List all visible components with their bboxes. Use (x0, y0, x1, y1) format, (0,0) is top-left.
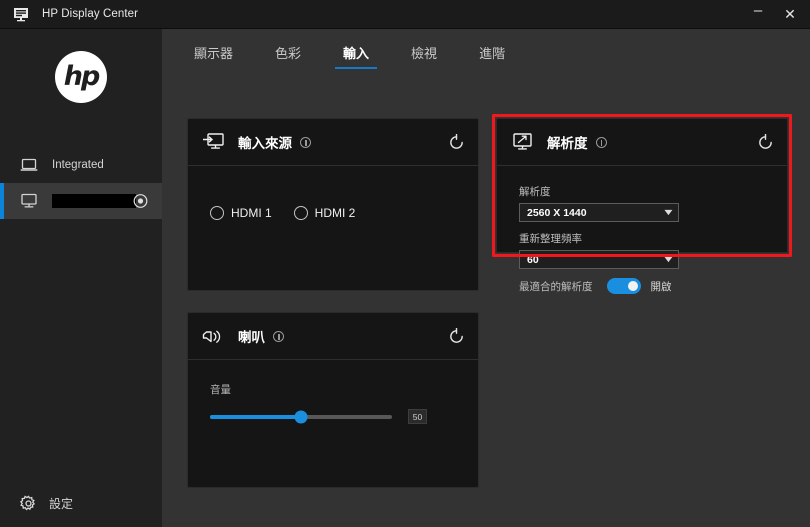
title-bar: HP Display Center – ✕ (0, 0, 810, 29)
reset-icon[interactable] (446, 132, 466, 152)
card-title: 輸入來源 (238, 136, 292, 151)
resolution-select[interactable]: 2560 X 1440 ▼ (519, 203, 679, 222)
tab-view[interactable]: 檢視 (403, 43, 445, 69)
refresh-rate-label: 重新整理頻率 (519, 233, 582, 245)
sidebar-settings-label: 設定 (49, 496, 74, 511)
best-resolution-state: 開啟 (650, 280, 672, 293)
target-icon[interactable] (133, 194, 148, 209)
card-title: 喇叭 (238, 330, 265, 345)
minimize-button[interactable]: – (742, 0, 774, 29)
refresh-rate-select[interactable]: 60 ▼ (519, 250, 679, 269)
close-button[interactable]: ✕ (774, 0, 806, 29)
best-resolution-label: 最適合的解析度 (519, 280, 593, 293)
tab-advanced[interactable]: 進階 (471, 43, 513, 69)
radio-hdmi-2[interactable]: HDMI 2 (293, 206, 356, 220)
card-speaker: 喇叭 音量 50 (187, 312, 479, 488)
radio-circle-icon (210, 206, 224, 220)
card-resolution: 解析度 解析度 2560 X 1440 ▼ 重新整理頻率 60 ▼ 最適合的解析… (496, 118, 788, 294)
card-body: 音量 50 (188, 360, 478, 424)
content-area: 顯示器 色彩 輸入 檢視 進階 輸入來源 HDMI 1 HDMI 2 解析度 解… (162, 29, 810, 527)
settings-panel: 輸入來源 HDMI 1 HDMI 2 解析度 解析度 2560 X 1440 ▼… (162, 71, 810, 527)
app-window: HP Display Center – ✕ hp Integrated 設定 顯… (0, 0, 810, 527)
input-source-radio-group: HDMI 1 HDMI 2 (210, 184, 462, 220)
chevron-down-icon: ▼ (661, 254, 676, 264)
tab-display[interactable]: 顯示器 (186, 43, 241, 69)
hp-logo-container: hp (0, 29, 162, 125)
radio-circle-icon (293, 206, 308, 220)
window-body: hp Integrated 設定 顯示器 色彩 輸入 檢視 進階 輸入來源 HD… (0, 29, 810, 527)
app-icon (6, 0, 36, 29)
chevron-down-icon: ▼ (661, 207, 676, 217)
volume-slider[interactable] (210, 410, 392, 423)
hp-logo-text: hp (63, 60, 101, 92)
resolution-selected-value: 2560 X 1440 (527, 206, 587, 219)
card-header: 喇叭 (188, 313, 478, 360)
sidebar: hp Integrated 設定 (0, 29, 162, 527)
card-header: 輸入來源 (188, 119, 478, 166)
info-icon[interactable] (300, 136, 311, 148)
volume-label: 音量 (210, 384, 231, 396)
volume-slider-thumb[interactable] (294, 410, 308, 423)
volume-slider-fill (210, 414, 301, 419)
refresh-rate-selected-value: 60 (527, 253, 539, 266)
best-resolution-toggle[interactable] (606, 278, 641, 294)
info-icon[interactable] (595, 136, 607, 148)
radio-label: HDMI 1 (231, 206, 272, 220)
sidebar-item-label-redacted (52, 194, 136, 208)
tab-color[interactable]: 色彩 (267, 43, 309, 69)
tab-bar: 顯示器 色彩 輸入 檢視 進階 (162, 29, 810, 71)
card-body: HDMI 1 HDMI 2 (188, 166, 478, 220)
reset-icon[interactable] (446, 326, 466, 346)
laptop-icon (20, 158, 42, 172)
volume-value: 50 (408, 409, 427, 424)
tab-input[interactable]: 輸入 (335, 43, 378, 69)
card-body: 解析度 2560 X 1440 ▼ 重新整理頻率 60 ▼ 最適合的解析度 開啟 (497, 166, 787, 294)
volume-slider-row: 50 (210, 409, 462, 424)
gear-icon (20, 494, 37, 512)
toggle-knob (627, 281, 638, 291)
sidebar-item-label: Integrated (52, 159, 104, 171)
reset-icon[interactable] (755, 132, 775, 152)
info-icon[interactable] (273, 330, 284, 342)
window-title: HP Display Center (42, 8, 139, 20)
sidebar-item-integrated[interactable]: Integrated (0, 147, 162, 183)
card-input-source: 輸入來源 HDMI 1 HDMI 2 (187, 118, 479, 291)
resolution-label: 解析度 (519, 186, 551, 198)
hp-logo-icon: hp (55, 51, 107, 103)
monitor-input-icon (202, 131, 226, 153)
sidebar-item-external-monitor[interactable] (0, 183, 162, 219)
radio-hdmi-1[interactable]: HDMI 1 (210, 206, 272, 220)
monitor-icon (20, 193, 42, 209)
sidebar-device-list: Integrated (0, 147, 162, 219)
speaker-icon (202, 325, 226, 347)
card-title: 解析度 (547, 136, 588, 151)
sidebar-item-settings[interactable]: 設定 (0, 479, 162, 527)
radio-label: HDMI 2 (314, 206, 356, 220)
best-resolution-row: 最適合的解析度 開啟 (519, 278, 771, 294)
monitor-resize-icon (511, 131, 535, 153)
card-header: 解析度 (497, 119, 787, 166)
